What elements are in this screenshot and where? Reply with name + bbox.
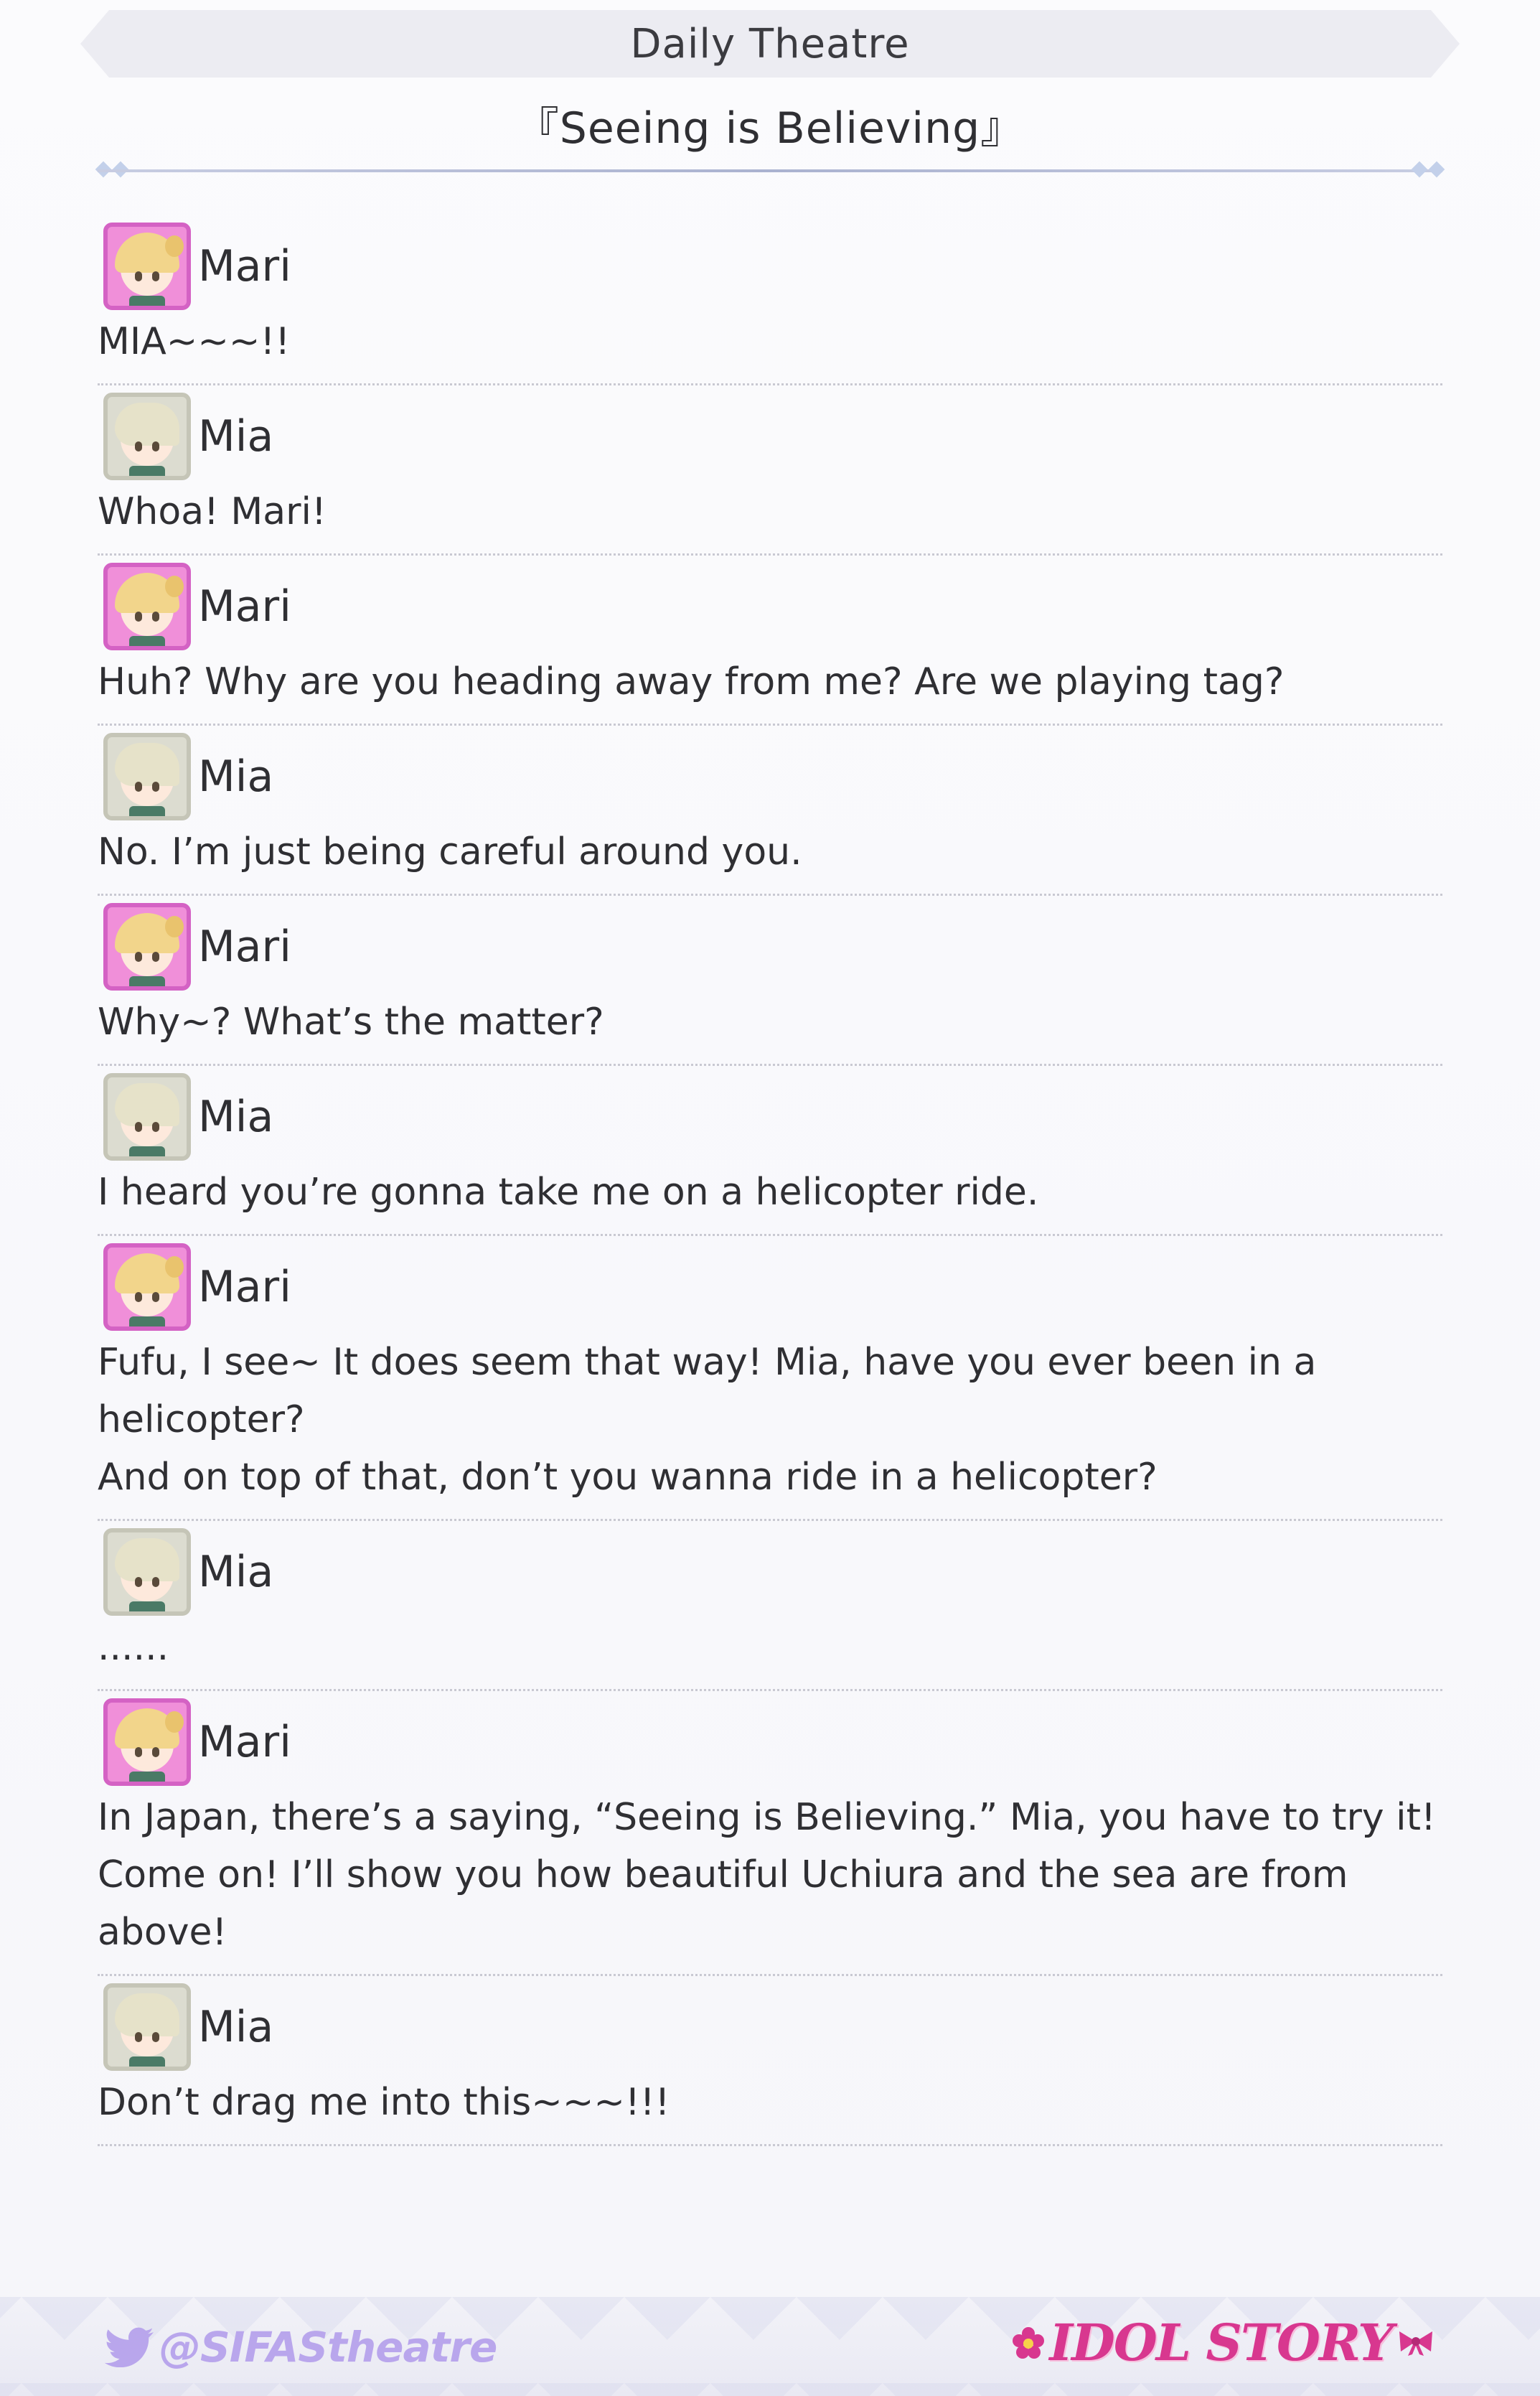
header-banner: Daily Theatre (80, 10, 1460, 78)
speaker-name: Mari (198, 581, 291, 632)
footer: @SIFAStheatre IDOL STORY (0, 2297, 1540, 2396)
mia-avatar (103, 1073, 191, 1161)
dialogue-entry: Mari Fufu, I see~ It does seem that way! … (98, 1236, 1442, 1521)
speaker-row: Mia (98, 1525, 1442, 1619)
mari-avatar (103, 223, 191, 310)
speaker-name: Mia (198, 2002, 274, 2052)
speaker-name: Mari (198, 241, 291, 291)
speaker-row: Mari (98, 900, 1442, 993)
dialogue-line: No. I’m just being careful around you. (98, 830, 802, 874)
mia-avatar (103, 1983, 191, 2071)
divider-diamond-icon (1411, 161, 1428, 178)
speaker-name: Mia (198, 1547, 274, 1597)
twitter-bird-icon (105, 2327, 155, 2367)
dialogue-entry: Mari Why~? What’s the matter? (98, 896, 1442, 1066)
dialogue-entry: Mia Don’t drag me into this~~~!!! (98, 1976, 1442, 2146)
title-divider (98, 169, 1442, 172)
dialogue-line: I heard you’re gonna take me on a helico… (98, 1171, 1039, 1214)
twitter-handle: @SIFAStheatre (159, 2323, 497, 2372)
speaker-row: Mari (98, 1240, 1442, 1334)
mia-avatar (103, 733, 191, 820)
dialogue-line: Don’t drag me into this~~~!!! (98, 2081, 670, 2124)
mari-avatar (103, 903, 191, 991)
dialogue-line: In Japan, there’s a saying, “Seeing is B… (98, 1796, 1436, 1954)
mia-avatar (103, 393, 191, 480)
divider-diamond-icon (1428, 161, 1445, 178)
speaker-row: Mari (98, 560, 1442, 653)
speaker-name: Mia (198, 411, 274, 462)
mari-avatar (103, 1698, 191, 1786)
speaker-row: Mia (98, 730, 1442, 823)
mari-avatar (103, 1243, 191, 1331)
dialogue-line: MIA~~~!! (98, 320, 291, 363)
idol-story-logo: IDOL STORY (1012, 2313, 1435, 2372)
mia-avatar (103, 1528, 191, 1616)
dialogue-entry: Mari Huh? Why are you heading away from m… (98, 556, 1442, 726)
flower-icon (1012, 2326, 1045, 2359)
speaker-name: Mia (198, 752, 274, 802)
dialogue-entry: Mia I heard you’re gonna take me on a hel… (98, 1066, 1442, 1236)
speaker-name: Mari (198, 1717, 291, 1767)
brand-text: IDOL STORY (1049, 2313, 1394, 2372)
dialogue-line: Fufu, I see~ It does seem that way! Mia,… (98, 1341, 1317, 1499)
story-title: 『Seeing is Believing』 (515, 103, 1025, 154)
dialogue-line: Whoa! Mari! (98, 490, 327, 533)
twitter-handle-link[interactable]: @SIFAStheatre (105, 2323, 497, 2372)
speaker-row: Mia (98, 1070, 1442, 1164)
dialogue-entry: Mari In Japan, there’s a saying, “Seeing … (98, 1691, 1442, 1976)
dialogue-entry: Mia...... (98, 1521, 1442, 1691)
dialogue-line: Why~? What’s the matter? (98, 1001, 604, 1044)
speaker-row: Mia (98, 390, 1442, 483)
dialogue-entry: Mari MIA~~~!! (98, 215, 1442, 385)
bow-icon (1396, 2329, 1435, 2357)
dialogue-entry: Mia No. I’m just being careful around you… (98, 726, 1442, 896)
dialogue-line: ...... (98, 1626, 169, 1669)
speaker-name: Mia (198, 1092, 274, 1142)
speaker-name: Mari (198, 1262, 291, 1312)
dialogue-entry: Mia Whoa! Mari! (98, 385, 1442, 556)
speaker-row: Mari (98, 1695, 1442, 1789)
speaker-row: Mia (98, 1980, 1442, 2074)
dialogue-list: Mari MIA~~~!! Mia Whoa! Mari! Mari Huh? Why a… (98, 215, 1442, 2146)
mari-avatar (103, 563, 191, 650)
dialogue-line: Huh? Why are you heading away from me? A… (98, 660, 1285, 703)
speaker-row: Mari (98, 220, 1442, 313)
page: Daily Theatre 『Seeing is Believing』 Mari… (0, 0, 1540, 2396)
header-title: Daily Theatre (630, 20, 910, 67)
speaker-name: Mari (198, 922, 291, 972)
